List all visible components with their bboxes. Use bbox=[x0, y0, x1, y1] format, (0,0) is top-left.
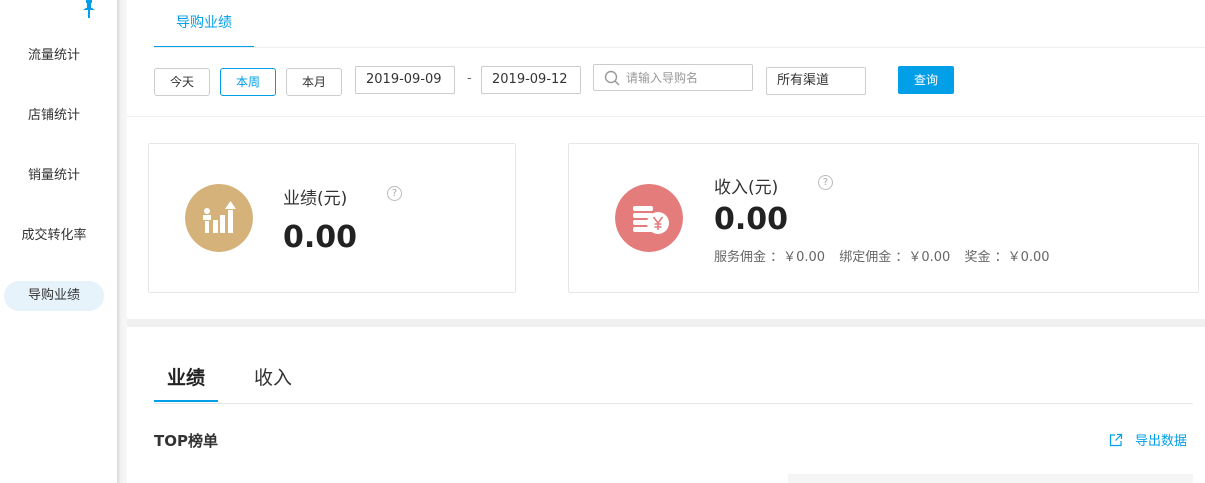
ranking-table-header bbox=[788, 474, 1193, 483]
performance-card: 业绩(元) ? 0.00 bbox=[148, 143, 516, 293]
guide-search-box bbox=[593, 64, 753, 91]
help-icon[interactable]: ? bbox=[818, 175, 833, 190]
pin-icon[interactable] bbox=[82, 0, 96, 20]
help-icon[interactable]: ? bbox=[387, 186, 402, 201]
income-card: 收入(元) ? 0.00 服务佣金 ：￥0.00 绑定佣金 ：￥0.00 奖金 … bbox=[568, 143, 1199, 293]
guide-name-input[interactable] bbox=[626, 68, 748, 88]
sidebar: 流量统计 店铺统计 销量统计 成交转化率 导购业绩 bbox=[0, 0, 118, 483]
performance-title: 业绩(元) bbox=[283, 189, 348, 209]
performance-value: 0.00 bbox=[283, 220, 358, 255]
income-details: 服务佣金 ：￥0.00 绑定佣金 ：￥0.00 奖金 ：￥0.00 bbox=[714, 246, 1060, 265]
tab-performance[interactable]: 业绩 bbox=[154, 358, 218, 402]
performance-chart-icon bbox=[185, 184, 253, 252]
query-button[interactable]: 查询 bbox=[898, 66, 954, 94]
coins-yen-icon bbox=[615, 184, 683, 252]
bonus: 奖金 ：￥0.00 bbox=[964, 250, 1050, 265]
top-ranking-title: TOP榜单 bbox=[154, 432, 218, 450]
search-icon bbox=[604, 70, 620, 86]
tab-divider bbox=[154, 47, 1205, 48]
tab-income[interactable]: 收入 bbox=[254, 358, 298, 402]
channel-select[interactable]: 所有渠道 bbox=[766, 67, 866, 95]
end-date-input[interactable]: 2019-09-12 bbox=[481, 66, 581, 94]
tab-guide-performance[interactable]: 导购业绩 bbox=[154, 0, 254, 48]
sidebar-item-sales[interactable]: 销量统计 bbox=[4, 161, 104, 191]
sidebar-item-conversion[interactable]: 成交转化率 bbox=[4, 221, 104, 251]
sub-tab-divider bbox=[154, 403, 1193, 404]
sidebar-item-store[interactable]: 店铺统计 bbox=[4, 101, 104, 131]
date-separator: - bbox=[467, 71, 472, 86]
section-divider bbox=[127, 116, 1205, 117]
export-icon bbox=[1109, 433, 1123, 447]
income-value: 0.00 bbox=[714, 202, 789, 237]
service-commission: 服务佣金 ：￥0.00 bbox=[714, 250, 826, 265]
this-month-button[interactable]: 本月 bbox=[286, 68, 342, 96]
today-button[interactable]: 今天 bbox=[154, 68, 210, 96]
filter-section: 导购业绩 今天 本周 本月 2019-09-09 - 2019-09-12 所有… bbox=[127, 0, 1205, 116]
binding-commission: 绑定佣金 ：￥0.00 bbox=[839, 250, 951, 265]
start-date-input[interactable]: 2019-09-09 bbox=[355, 66, 455, 94]
sidebar-item-guide-performance[interactable]: 导购业绩 bbox=[4, 281, 104, 311]
section-separator bbox=[127, 319, 1205, 327]
main-content: 导购业绩 今天 本周 本月 2019-09-09 - 2019-09-12 所有… bbox=[127, 0, 1205, 483]
sidebar-divider bbox=[117, 0, 127, 483]
export-label: 导出数据 bbox=[1135, 434, 1188, 449]
export-data-link[interactable]: 导出数据 bbox=[1109, 430, 1187, 449]
income-title: 收入(元) bbox=[714, 178, 779, 198]
this-week-button[interactable]: 本周 bbox=[220, 68, 276, 96]
sidebar-item-traffic[interactable]: 流量统计 bbox=[4, 41, 104, 71]
